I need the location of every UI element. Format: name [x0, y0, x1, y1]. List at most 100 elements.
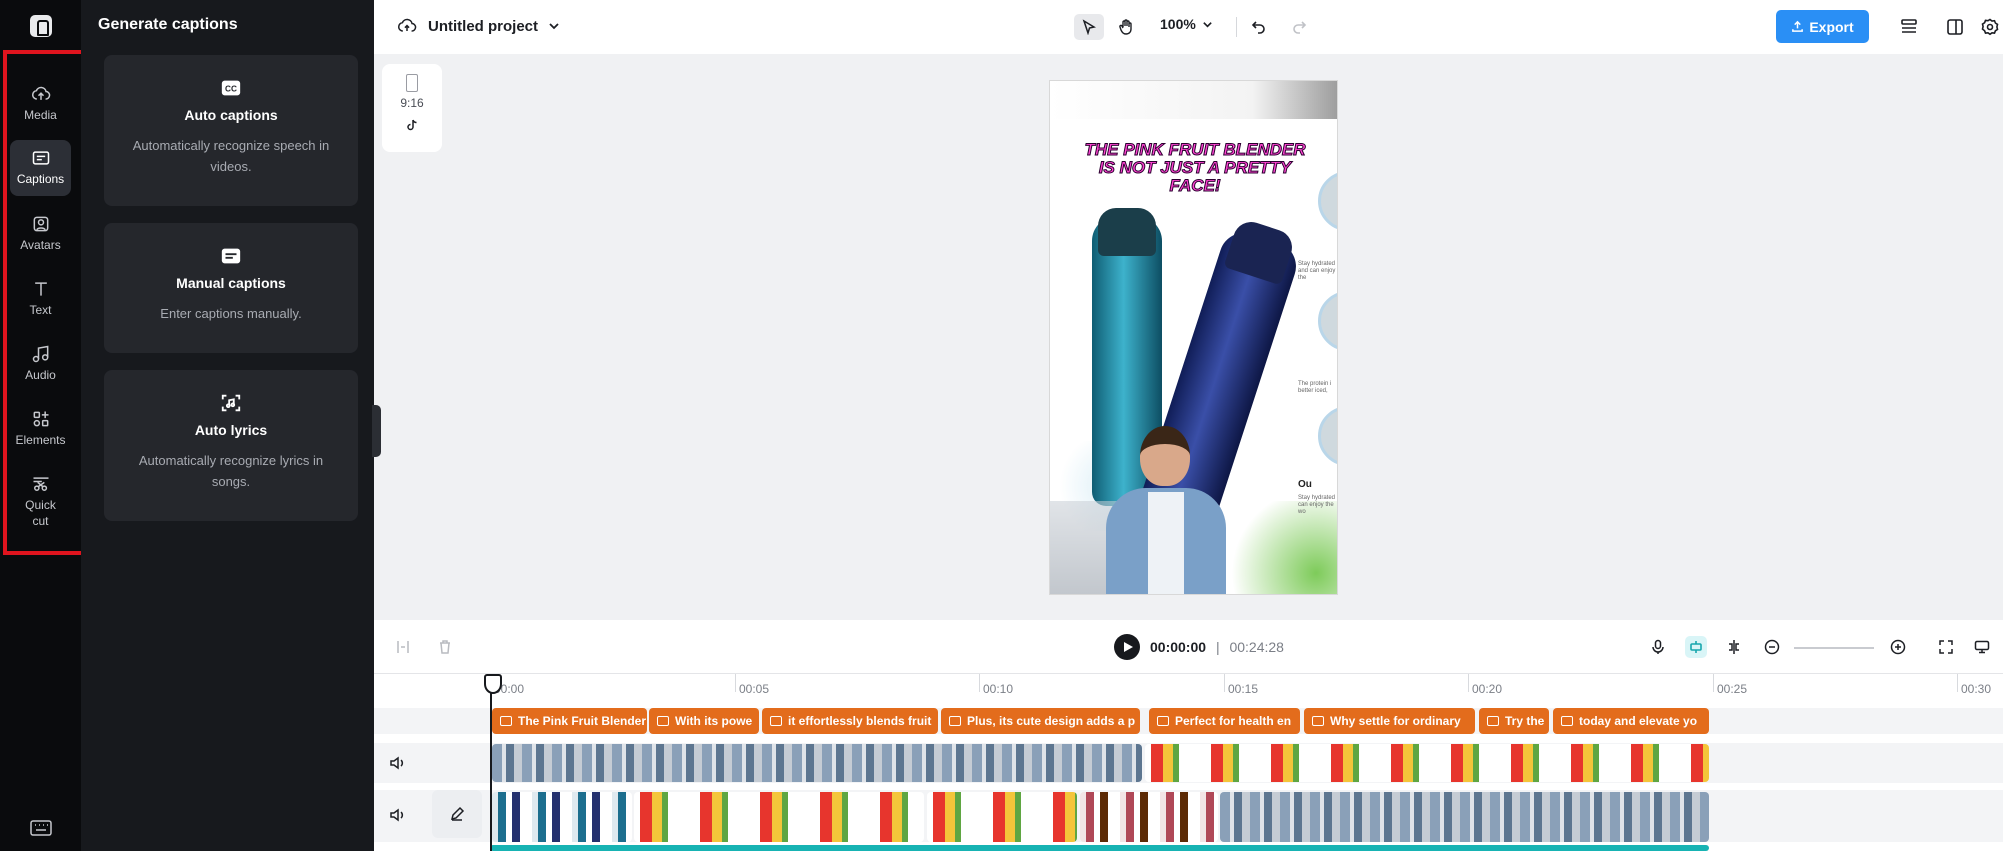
- rail-item-label: Media: [24, 108, 57, 122]
- video-clip-fruit[interactable]: [927, 792, 1077, 842]
- align-split-button[interactable]: [1723, 636, 1745, 658]
- feature-text: The protein i better iced,: [1298, 381, 1332, 394]
- rail-item-label: Captions: [16, 172, 65, 186]
- rail-item-label: Quick cut: [25, 498, 56, 528]
- caption-clip[interactable]: Why settle for ordinary: [1304, 708, 1475, 734]
- video-clip-presenter[interactable]: [1220, 792, 1709, 842]
- phone-frame-icon: [406, 74, 418, 92]
- rail-item-avatars[interactable]: Avatars: [10, 206, 71, 253]
- scissors-icon: [33, 477, 48, 491]
- rail-item-label: Elements: [15, 433, 66, 447]
- feature-circle-image: [1318, 171, 1337, 231]
- monitor-icon: [1974, 640, 1990, 654]
- audio-track-bar[interactable]: [490, 845, 1709, 851]
- video-clip-presenter[interactable]: [492, 744, 1142, 782]
- track-volume-icon[interactable]: [388, 754, 406, 772]
- caption-clip-text: it effortlessly blends fruit: [788, 714, 932, 728]
- auto-snap-toggle[interactable]: [1685, 636, 1707, 658]
- app-logo-icon[interactable]: [30, 15, 52, 37]
- split-panel-icon: [1947, 19, 1963, 35]
- track-volume-icon[interactable]: [388, 806, 406, 824]
- avatar-presenter-image: [1106, 426, 1226, 594]
- caption-clip-text: Why settle for ordinary: [1330, 714, 1461, 728]
- tick-mark: [1224, 674, 1225, 692]
- keyboard-icon: [221, 248, 241, 264]
- record-voice-button[interactable]: [1647, 636, 1669, 658]
- tick-mark: [1468, 674, 1469, 692]
- undo-button[interactable]: [1244, 14, 1274, 40]
- text-icon: [34, 282, 47, 296]
- redo-icon: [1293, 21, 1307, 34]
- ruler-tick: 00:25: [1717, 682, 1748, 696]
- ruler-tick: 00:20: [1472, 682, 1503, 696]
- card-description: Enter captions manually.: [160, 306, 302, 321]
- hand-icon: [1119, 19, 1132, 35]
- zoom-in-button[interactable]: [1887, 636, 1909, 658]
- project-title-dropdown[interactable]: Untitled project: [396, 16, 560, 36]
- select-tool-button[interactable]: [1074, 14, 1104, 40]
- left-rail: Media Captions Avatars Text Audio Elemen…: [0, 0, 81, 851]
- zoom-level: 100%: [1160, 16, 1196, 32]
- project-name: Untitled project: [428, 17, 539, 35]
- zoom-dropdown[interactable]: 100%: [1160, 16, 1213, 32]
- pencil-icon: [450, 806, 465, 821]
- caption-clip[interactable]: With its powe: [649, 708, 759, 734]
- redo-button[interactable]: [1284, 14, 1314, 40]
- playhead[interactable]: [484, 674, 502, 851]
- caption-clip-text: Plus, its cute design adds a p: [967, 714, 1136, 728]
- caption-clip[interactable]: Plus, its cute design adds a p: [941, 708, 1140, 734]
- timeline[interactable]: 00:00 00:05 00:10 00:15 00:20 00:25 00:3…: [374, 674, 2003, 851]
- fit-timeline-button[interactable]: [1935, 636, 1957, 658]
- video-clip-bottles[interactable]: [492, 792, 632, 842]
- toolbar-divider: [1236, 17, 1237, 37]
- rail-item-audio[interactable]: Audio: [10, 336, 71, 383]
- layers-button[interactable]: [1894, 14, 1924, 40]
- total-duration: 00:24:28: [1229, 639, 1284, 655]
- keyboard-shortcut-icon[interactable]: [30, 820, 52, 836]
- cloud-upload-icon: [31, 86, 50, 100]
- panel-toggle-button[interactable]: [1940, 14, 1970, 40]
- caption-clip[interactable]: it effortlessly blends fruit: [762, 708, 938, 734]
- export-label: Export: [1809, 18, 1854, 35]
- auto-captions-card[interactable]: CC Auto captions Automatically recognize…: [104, 55, 358, 206]
- rail-item-quick-cut[interactable]: Quick cut: [10, 466, 71, 529]
- rail-item-elements[interactable]: Elements: [10, 401, 71, 448]
- video-preview[interactable]: The Pink Fruit Blender is not just a pre…: [1049, 80, 1338, 595]
- top-bar: Untitled project 100% Export: [374, 0, 2003, 54]
- caption-clip-text: Perfect for health en: [1175, 714, 1292, 728]
- caption-clip[interactable]: Try the: [1479, 708, 1549, 734]
- rail-item-media[interactable]: Media: [10, 76, 71, 123]
- delete-clip-button[interactable]: [434, 636, 456, 658]
- video-clip-fruit[interactable]: [634, 792, 924, 842]
- ruler-tick: 00:10: [983, 682, 1014, 696]
- manual-captions-card[interactable]: Manual captions Enter captions manually.: [104, 223, 358, 353]
- panel-collapse-handle[interactable]: [372, 405, 381, 457]
- rail-item-text[interactable]: Text: [10, 271, 71, 318]
- auto-lyrics-card[interactable]: Auto lyrics Automatically recognize lyri…: [104, 370, 358, 521]
- settings-button[interactable]: [1975, 14, 2003, 40]
- tick-mark: [735, 674, 736, 692]
- rail-item-captions[interactable]: Captions: [10, 140, 71, 196]
- rail-item-label: Audio: [25, 368, 56, 382]
- feature-circle-image: [1318, 406, 1337, 466]
- cloud-sync-icon: [397, 18, 417, 32]
- preview-mode-button[interactable]: [1971, 636, 1993, 658]
- edit-cover-button[interactable]: [432, 790, 482, 838]
- video-clip-fruit[interactable]: [1145, 744, 1709, 782]
- trash-icon: [440, 640, 450, 654]
- caption-clip[interactable]: Perfect for health en: [1149, 708, 1300, 734]
- split-clip-button[interactable]: [392, 636, 414, 658]
- timeline-zoom-slider[interactable]: [1794, 647, 1874, 649]
- caption-clip[interactable]: today and elevate yo: [1553, 708, 1709, 734]
- play-button[interactable]: [1114, 634, 1140, 660]
- video-clip-product[interactable]: [1080, 792, 1218, 842]
- hand-tool-button[interactable]: [1111, 14, 1141, 40]
- playback-time: 00:00:00 | 00:24:28: [1150, 639, 1284, 655]
- caption-clip-text: The Pink Fruit Blender: [518, 714, 647, 728]
- caption-clip[interactable]: The Pink Fruit Blender: [492, 708, 647, 734]
- export-button[interactable]: Export: [1776, 10, 1869, 43]
- aspect-ratio-label: 9:16: [400, 96, 424, 110]
- zoom-out-button[interactable]: [1761, 636, 1783, 658]
- time-ruler: 00:00 00:05 00:10 00:15 00:20 00:25 00:3…: [374, 674, 2003, 704]
- aspect-ratio-card[interactable]: 9:16: [382, 64, 442, 152]
